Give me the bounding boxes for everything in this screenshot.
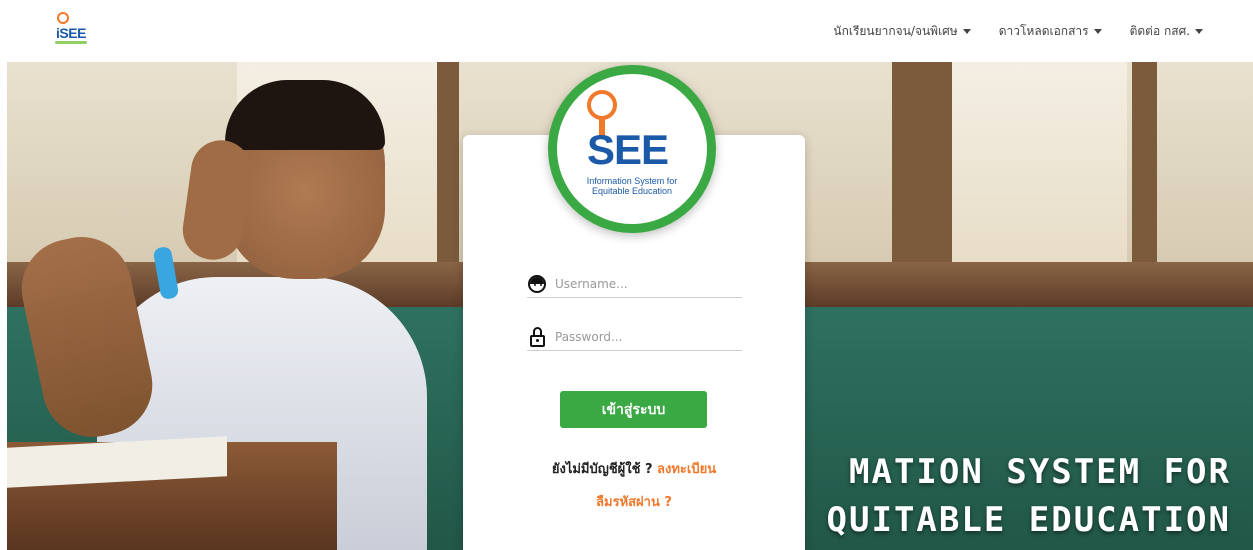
brand-text: iSEE: [56, 25, 86, 41]
nav-item-label: นักเรียนยากจน/จนพิเศษ: [833, 23, 958, 38]
logo-tagline-line1: Information System for: [586, 176, 678, 186]
register-link[interactable]: ลงทะเบียน: [657, 462, 716, 477]
username-input[interactable]: [555, 276, 735, 291]
caret-down-icon: [1093, 28, 1102, 34]
lock-icon: [527, 326, 549, 348]
password-field: [527, 323, 742, 351]
brand-logo[interactable]: iSEE: [52, 12, 92, 48]
password-input[interactable]: [555, 329, 735, 344]
caret-down-icon: [962, 28, 971, 34]
user-face-icon: [527, 273, 549, 295]
hero-headline-line2: QUITABLE EDUCATION: [826, 500, 1231, 540]
username-field: [527, 270, 742, 298]
nav-item-label: ดาวโหลดเอกสาร: [998, 23, 1089, 38]
brand-underline: [55, 41, 87, 44]
navbar: iSEE นักเรียนยากจน/จนพิเศษ ดาวโหลดเอกสาร…: [0, 0, 1253, 62]
nav-item-label: ติดต่อ กสศ.: [1129, 23, 1190, 38]
nav-item-downloads[interactable]: ดาวโหลดเอกสาร: [999, 22, 1102, 41]
nav-item-poor-students[interactable]: นักเรียนยากจน/จนพิเศษ: [833, 22, 971, 41]
logo-word: SEE: [587, 126, 669, 173]
login-button[interactable]: เข้าสู่ระบบ: [560, 391, 707, 428]
magnifier-icon: [57, 12, 69, 24]
hero-headline-line1: MATION SYSTEM FOR: [849, 452, 1231, 492]
register-row: ยังไม่มีบัญชีผู้ใช้ ? ลงทะเบียน: [463, 458, 805, 479]
forgot-password-link[interactable]: ลืมรหัสผ่าน ?: [463, 491, 805, 512]
window-pane: [947, 62, 1127, 267]
isee-logo: SEE Information System for Equitable Edu…: [548, 65, 716, 233]
nav-item-contact[interactable]: ติดต่อ กสศ.: [1130, 22, 1203, 41]
nav-menu: นักเรียนยากจน/จนพิเศษ ดาวโหลดเอกสาร ติดต…: [833, 0, 1203, 62]
magnifier-icon: [587, 90, 617, 120]
caret-down-icon: [1195, 28, 1203, 34]
register-prompt: ยังไม่มีบัญชีผู้ใช้ ?: [551, 462, 653, 477]
logo-tagline-line2: Equitable Education: [591, 186, 673, 196]
logo-tagline: Information System for Equitable Educati…: [557, 176, 707, 196]
